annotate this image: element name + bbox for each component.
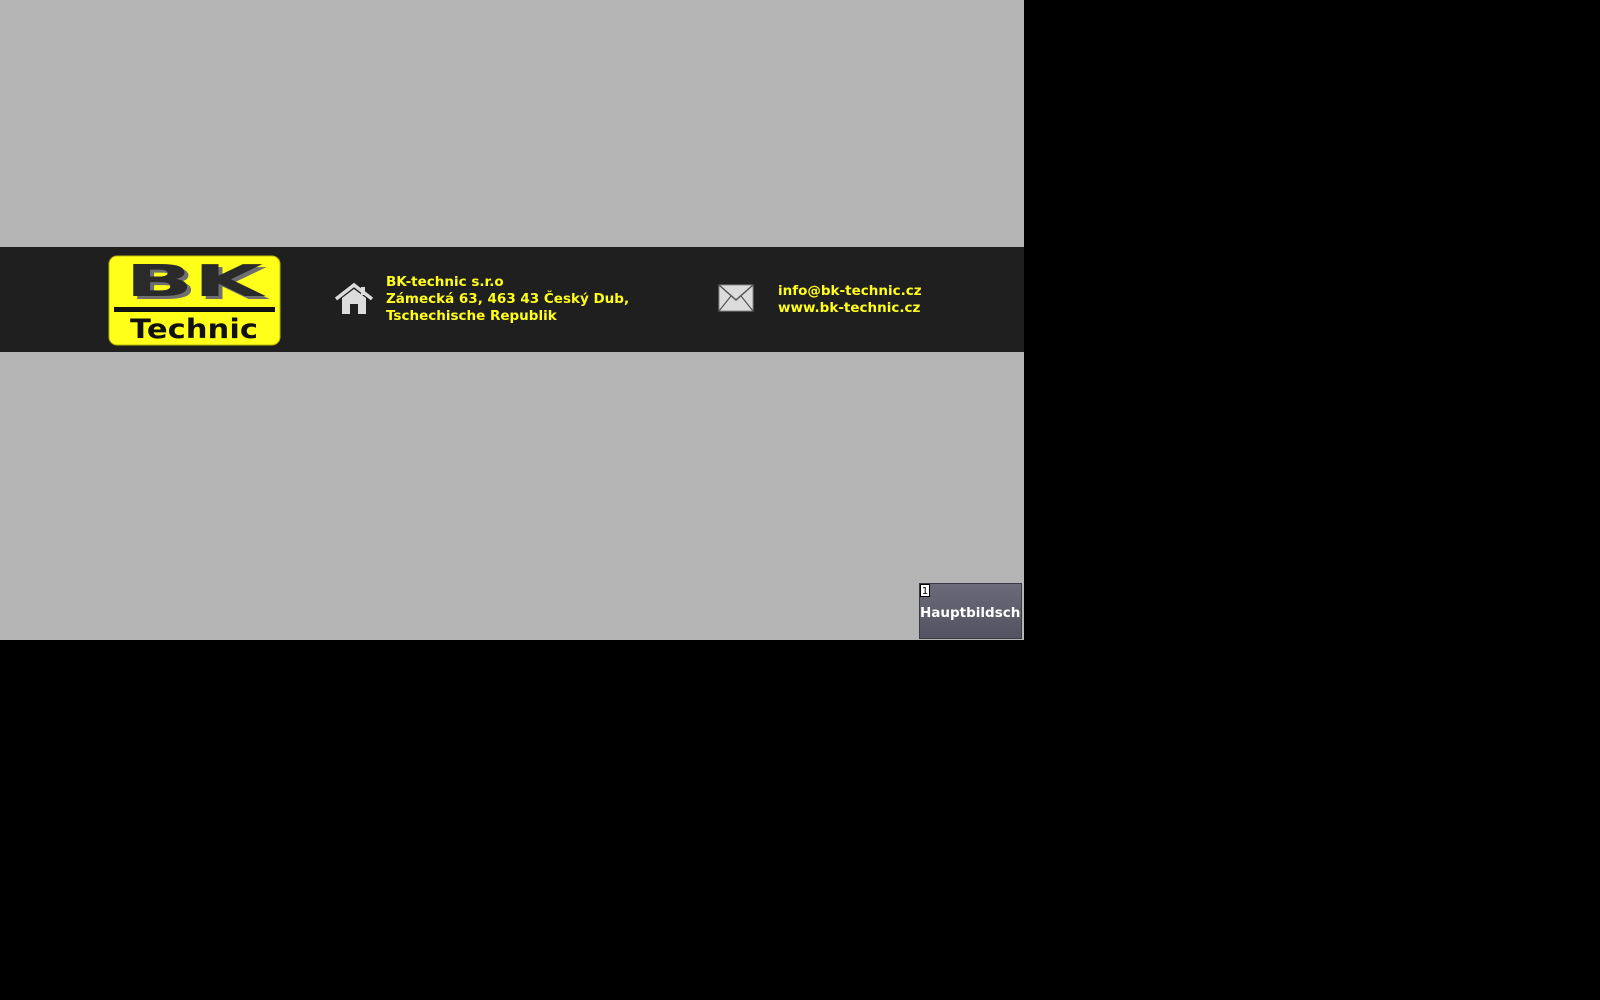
company-address: BK-technic s.r.o Zámecká 63, 463 43 Česk… (386, 274, 629, 325)
website-link[interactable]: www.bk-technic.cz (778, 300, 922, 317)
email-link[interactable]: info@bk-technic.cz (778, 283, 922, 300)
street-address: Zámecká 63, 463 43 Český Dub, (386, 291, 630, 307)
hotkey-badge: 1 (920, 584, 930, 597)
country: Tschechische Republik (386, 308, 557, 324)
svg-text:BK: BK (125, 256, 267, 307)
home-icon (334, 282, 374, 314)
main-screen-button-label: Hauptbildschim (920, 605, 1021, 621)
main-screen-button[interactable]: 1 Hauptbildschim (919, 583, 1022, 639)
hmi-screen: BK BK Technic BK-technic s.r.o Zámecká 6… (0, 0, 1024, 640)
company-name: BK-technic s.r.o (386, 274, 504, 290)
mail-icon (718, 284, 754, 312)
contact-info: info@bk-technic.cz www.bk-technic.cz (778, 283, 922, 317)
svg-text:Technic: Technic (130, 314, 258, 345)
bk-technic-logo: BK BK Technic (108, 255, 281, 346)
company-banner: BK BK Technic BK-technic s.r.o Zámecká 6… (0, 247, 1024, 352)
